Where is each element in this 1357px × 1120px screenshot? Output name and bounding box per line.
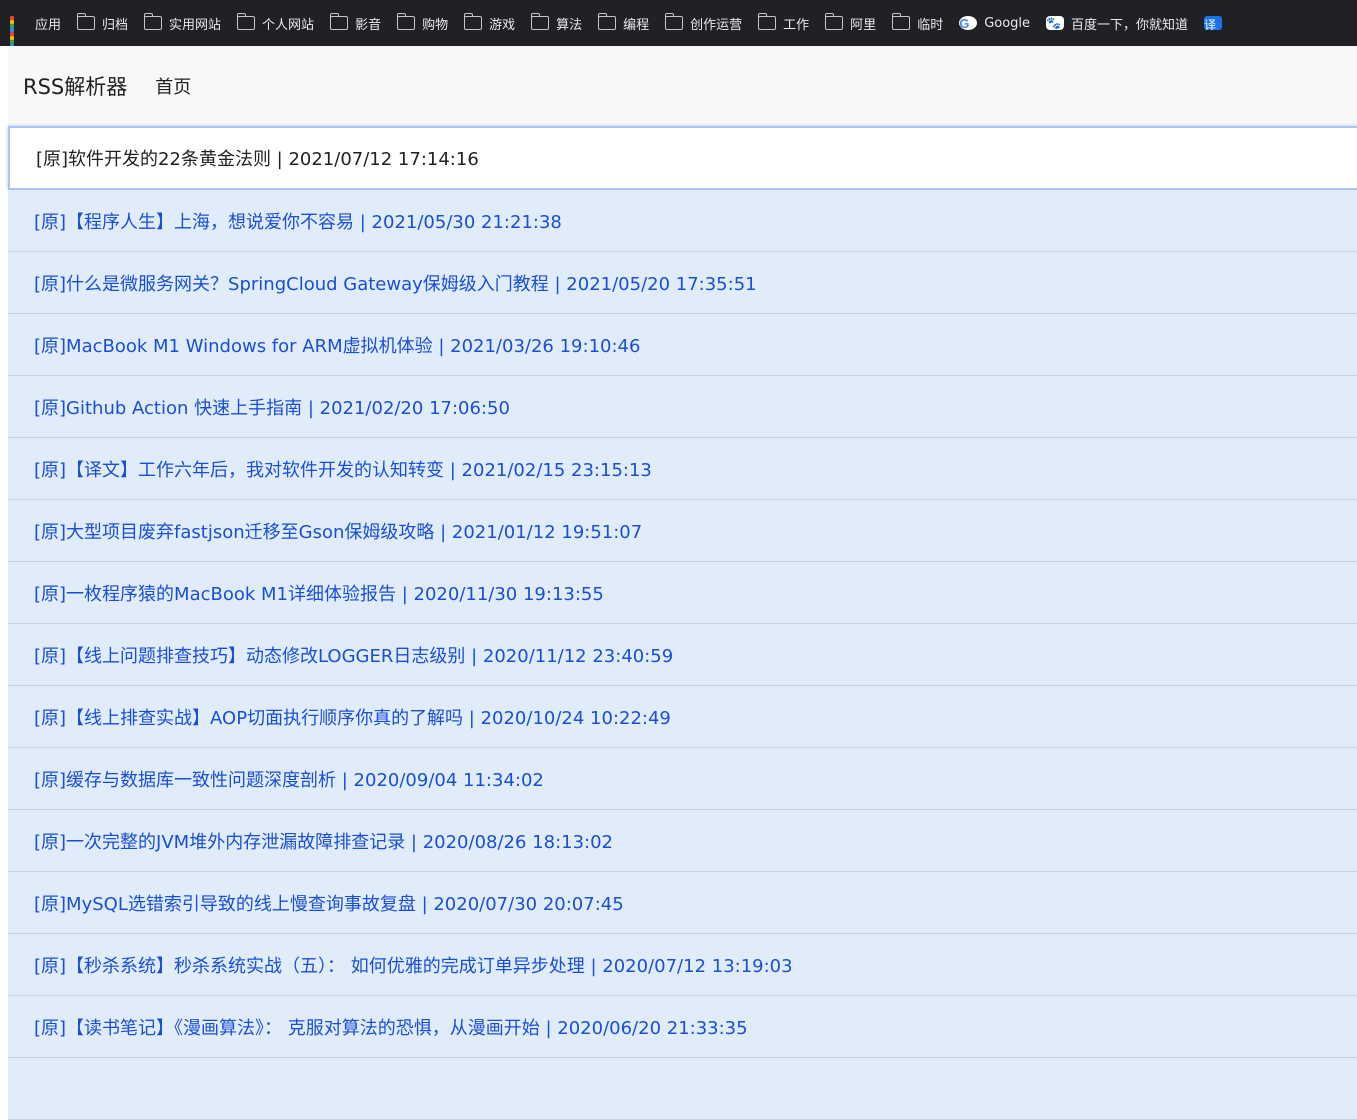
article-list-item[interactable]: [原]软件开发的22条黄金法则 | 2021/07/12 17:14:16	[8, 126, 1357, 190]
bookmark-label: 影音	[355, 17, 382, 33]
brand-title[interactable]: RSS解析器	[23, 71, 127, 101]
bookmark-apps[interactable]: 应用	[10, 14, 62, 46]
article-list-item[interactable]: [原]缓存与数据库一致性问题深度剖析 | 2020/09/04 11:34:02	[8, 748, 1357, 810]
bookmark-label: 临时	[917, 17, 944, 33]
article-list-item[interactable]: [原]【线上问题排查技巧】动态修改LOGGER日志级别 | 2020/11/12…	[8, 624, 1357, 686]
article-list-item[interactable]: [原]一枚程序猿的MacBook M1详细体验报告 | 2020/11/30 1…	[8, 562, 1357, 624]
bookmark-label: 购物	[422, 17, 449, 33]
bookmark-folder-algorithms[interactable]: 算法	[530, 13, 583, 33]
article-list: [原]软件开发的22条黄金法则 | 2021/07/12 17:14:16 [原…	[8, 126, 1357, 1120]
bookmark-folder-archive[interactable]: 归档	[76, 13, 129, 33]
bookmark-folder-work[interactable]: 工作	[757, 13, 810, 33]
nav-home-link[interactable]: 首页	[155, 73, 191, 99]
bookmark-label: 创作运营	[690, 17, 743, 33]
article-list-item[interactable]: [原]MacBook M1 Windows for ARM虚拟机体验 | 202…	[8, 314, 1357, 376]
bookmark-label: 实用网站	[169, 17, 222, 33]
bookmarks-bar: 应用 归档 实用网站 个人网站 影音 购物 游戏 算法 编程 创作运营 工作 阿…	[0, 0, 1357, 46]
bookmark-folder-temp[interactable]: 临时	[891, 13, 944, 33]
folder-icon	[76, 13, 96, 30]
folder-icon	[757, 13, 777, 30]
bookmark-label: 工作	[783, 17, 810, 33]
folder-icon	[824, 13, 844, 30]
article-list-item[interactable]	[8, 1058, 1357, 1120]
bookmark-folder-games[interactable]: 游戏	[463, 13, 516, 33]
folder-icon	[530, 13, 550, 30]
article-list-item[interactable]: [原]一次完整的JVM堆外内存泄漏故障排查记录 | 2020/08/26 18:…	[8, 810, 1357, 872]
folder-icon	[143, 13, 163, 30]
article-list-item[interactable]: [原]什么是微服务网关？SpringCloud Gateway保姆级入门教程 |…	[8, 252, 1357, 314]
bookmark-baidu[interactable]: 🐾 百度一下，你就知道	[1046, 14, 1188, 33]
bookmark-label: 游戏	[489, 17, 516, 33]
navbar: RSS解析器 首页	[8, 46, 1357, 126]
bookmark-folder-personal-sites[interactable]: 个人网站	[236, 13, 315, 33]
article-list-item[interactable]: [原]【程序人生】上海，想说爱你不容易 | 2021/05/30 21:21:3…	[8, 190, 1357, 252]
bookmark-label: 编程	[623, 17, 650, 33]
bookmark-label: 算法	[556, 17, 583, 33]
bookmark-label: Google	[984, 15, 1031, 31]
article-list-item[interactable]: [原]MySQL选错索引导致的线上慢查询事故复盘 | 2020/07/30 20…	[8, 872, 1357, 934]
bookmark-label: 个人网站	[262, 17, 315, 33]
bookmark-folder-ali[interactable]: 阿里	[824, 13, 877, 33]
google-icon: G	[959, 16, 978, 31]
article-list-item[interactable]: [原]【读书笔记】《漫画算法》： 克服对算法的恐惧，从漫画开始 | 2020/0…	[8, 996, 1357, 1058]
article-list-item[interactable]: [原]大型项目废弃fastjson迁移至Gson保姆级攻略 | 2021/01/…	[8, 500, 1357, 562]
bookmark-folder-shopping[interactable]: 购物	[396, 13, 449, 33]
folder-icon	[329, 13, 349, 30]
folder-icon	[396, 13, 416, 30]
bookmark-label: 阿里	[850, 17, 877, 33]
bookmark-label: 归档	[102, 17, 129, 33]
bookmark-label: 百度一下，你就知道	[1071, 17, 1189, 33]
article-list-item[interactable]: [原]【线上排查实战】AOP切面执行顺序你真的了解吗 | 2020/10/24 …	[8, 686, 1357, 748]
translate-icon: 译	[1204, 16, 1223, 32]
bookmark-folder-programming[interactable]: 编程	[597, 13, 650, 33]
folder-icon	[236, 13, 256, 30]
article-list-item[interactable]: [原]Github Action 快速上手指南 | 2021/02/20 17:…	[8, 376, 1357, 438]
article-list-item[interactable]: [原]【译文】工作六年后，我对软件开发的认知转变 | 2021/02/15 23…	[8, 438, 1357, 500]
folder-icon	[463, 13, 483, 30]
bookmark-google[interactable]: G Google	[959, 16, 1030, 31]
bookmark-translate[interactable]: 译	[1204, 16, 1229, 32]
folder-icon	[891, 13, 911, 30]
folder-icon	[664, 13, 684, 30]
folder-icon	[597, 13, 617, 30]
bookmark-folder-creation-ops[interactable]: 创作运营	[664, 13, 743, 33]
baidu-icon: 🐾	[1046, 16, 1065, 30]
bookmark-folder-useful-sites[interactable]: 实用网站	[143, 13, 222, 33]
article-list-item[interactable]: [原]【秒杀系统】秒杀系统实战（五）： 如何优雅的完成订单异步处理 | 2020…	[8, 934, 1357, 996]
bookmark-folder-media[interactable]: 影音	[329, 13, 382, 33]
bookmark-label: 应用	[35, 17, 62, 33]
apps-icon	[10, 16, 28, 46]
